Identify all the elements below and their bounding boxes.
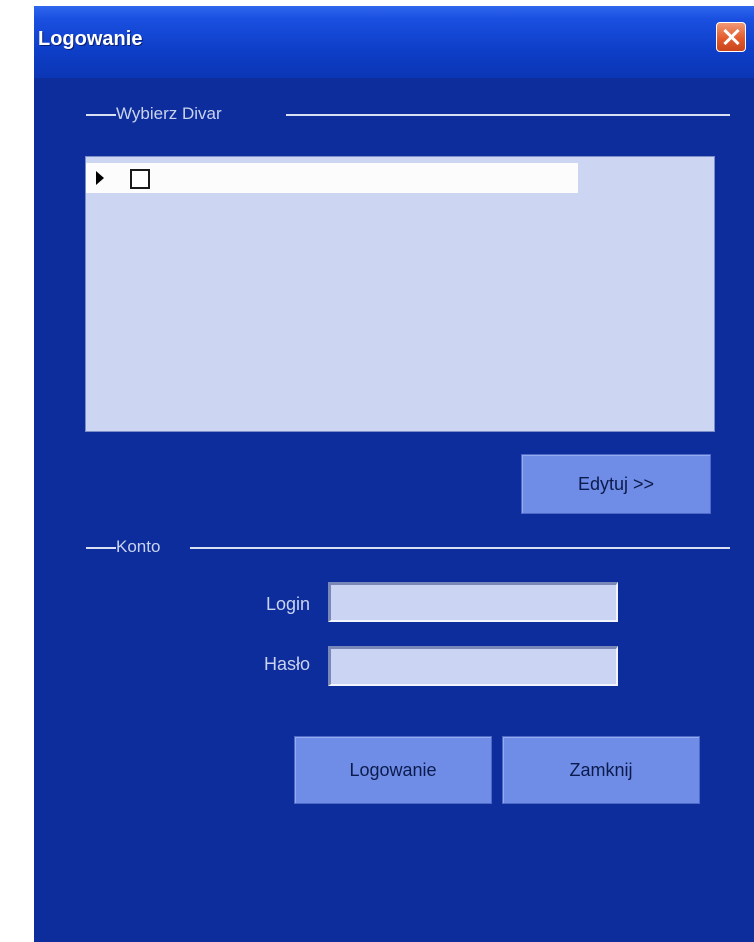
divar-group-line-left xyxy=(86,114,116,116)
login-label: Login xyxy=(265,594,310,614)
password-label: Hasło xyxy=(263,654,310,674)
login-window: Logowanie Wybierz Divar Edytuj >> Konto … xyxy=(34,6,754,942)
password-input[interactable] xyxy=(328,646,618,686)
divar-group-line-right xyxy=(286,114,730,116)
window-title: Logowanie xyxy=(38,28,143,50)
list-item[interactable] xyxy=(86,163,578,193)
title-bar[interactable]: Logowanie xyxy=(34,6,754,78)
account-group-line-right xyxy=(190,547,730,549)
close-icon[interactable] xyxy=(716,22,746,52)
edit-button[interactable]: Edytuj >> xyxy=(521,454,711,514)
cancel-button[interactable]: Zamknij xyxy=(502,736,700,804)
row-pointer-icon xyxy=(96,171,104,185)
login-input[interactable] xyxy=(328,582,618,622)
divar-group-label: Wybierz Divar xyxy=(116,104,222,123)
divar-checkbox[interactable] xyxy=(130,169,150,189)
divar-list[interactable] xyxy=(85,156,715,432)
login-button[interactable]: Logowanie xyxy=(294,736,492,804)
account-group-label: Konto xyxy=(116,537,161,556)
account-group-line-left xyxy=(86,547,116,549)
